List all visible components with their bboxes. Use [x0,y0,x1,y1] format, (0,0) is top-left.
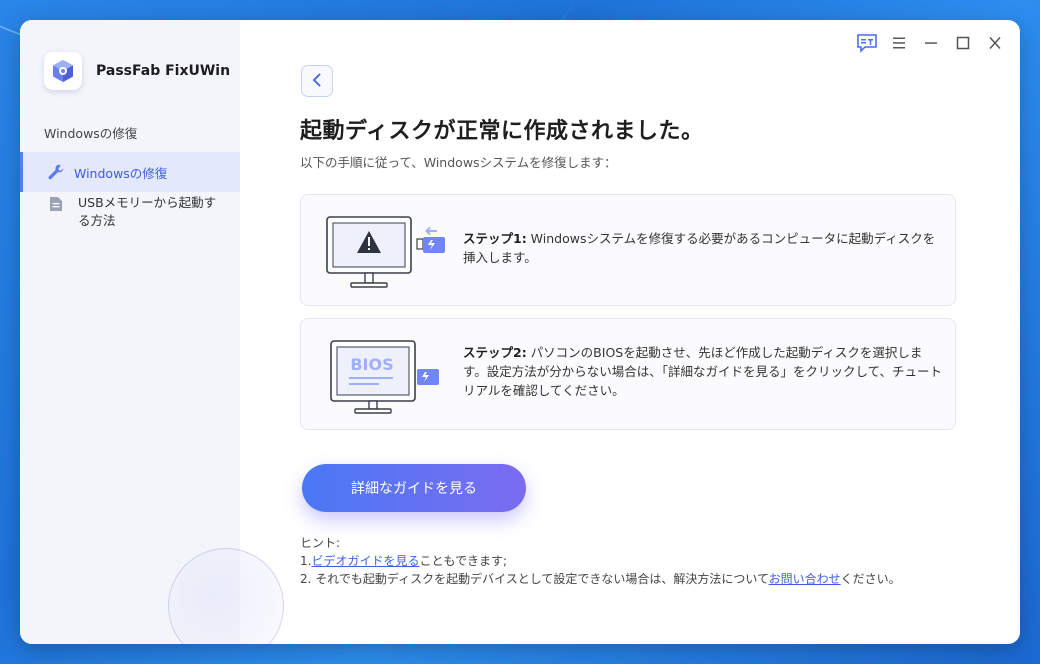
app-logo-icon [44,52,82,90]
step-card-2: BIOS ステップ2: パソコンのBIOSを起動させ、先ほど作成した起動ディスク… [300,318,956,430]
sidebar-item-label: Windowsの修復 [74,165,168,181]
step-1-text: ステップ1: Windowsシステムを修復する必要があるコンピュータに起動ディス… [463,229,943,267]
video-guide-link[interactable]: ビデオガイドを見る [311,554,419,568]
wrench-icon [46,162,66,182]
step-2-description: パソコンのBIOSを起動させ、先ほど作成した起動ディスクを選択します。設定方法が… [463,345,943,398]
hint-2-prefix: 2. それでも起動ディスクを起動デバイスとして設定できない場合は、解決方法につい… [300,572,769,586]
minimize-icon[interactable] [920,32,942,54]
hint-line-2: 2. それでも起動ディスクを起動デバイスとして設定できない場合は、解決方法につい… [300,570,901,588]
brand: PassFab FixUWin [44,52,230,90]
step-2-text: ステップ2: パソコンのBIOSを起動させ、先ほど作成した起動ディスクを選択しま… [463,343,943,400]
sidebar-item-usb-boot-guide[interactable]: USBメモリーから起動する方法 [20,194,240,230]
step-2-label: ステップ2: [463,345,527,360]
view-detailed-guide-button[interactable]: 詳細なガイドを見る [302,464,526,512]
maximize-icon[interactable] [952,32,974,54]
step-1-label: ステップ1: [463,231,527,246]
hints: ヒント: 1.ビデオガイドを見ることもできます; 2. それでも起動ディスクを起… [300,534,901,588]
step-1-description: Windowsシステムを修復する必要があるコンピュータに起動ディスクを挿入します… [463,231,936,265]
hint-2-suffix: ください。 [840,572,901,586]
hint-line-1: 1.ビデオガイドを見ることもできます; [300,552,901,570]
app-name: PassFab FixUWin [96,63,231,79]
close-icon[interactable] [984,32,1006,54]
page-subtitle: 以下の手順に従って、Windowsシステムを修復します： [300,155,617,170]
hint-1-suffix: こともできます; [419,554,508,568]
sidebar-section-label: Windowsの修復 [44,126,138,141]
contact-us-link[interactable]: お問い合わせ [769,572,841,586]
chevron-left-icon [311,72,323,91]
menu-icon[interactable] [888,32,910,54]
feedback-icon[interactable] [856,32,878,54]
app-window: PassFab FixUWin Windowsの修復 Windowsの修復 US… [20,20,1020,644]
monitor-warning-usb-illustration [323,211,449,291]
titlebar-controls [856,32,1006,54]
step-card-1: ステップ1: Windowsシステムを修復する必要があるコンピュータに起動ディス… [300,194,956,306]
sidebar: PassFab FixUWin Windowsの修復 Windowsの修復 US… [20,20,284,644]
page-title: 起動ディスクが正常に作成されました。 [300,119,704,144]
main-content: 起動ディスクが正常に作成されました。 以下の手順に従って、Windowsシステム… [240,20,1020,644]
bios-label: BIOS [350,355,393,374]
sidebar-item-label: USBメモリーから起動する方法 [78,195,217,228]
document-icon [46,194,66,214]
monitor-bios-usb-illustration: BIOS [323,335,449,415]
hint-1-prefix: 1. [300,554,312,568]
back-button[interactable] [301,65,333,97]
sidebar-item-windows-repair[interactable]: Windowsの修復 [20,152,240,192]
hints-heading: ヒント: [300,536,341,550]
